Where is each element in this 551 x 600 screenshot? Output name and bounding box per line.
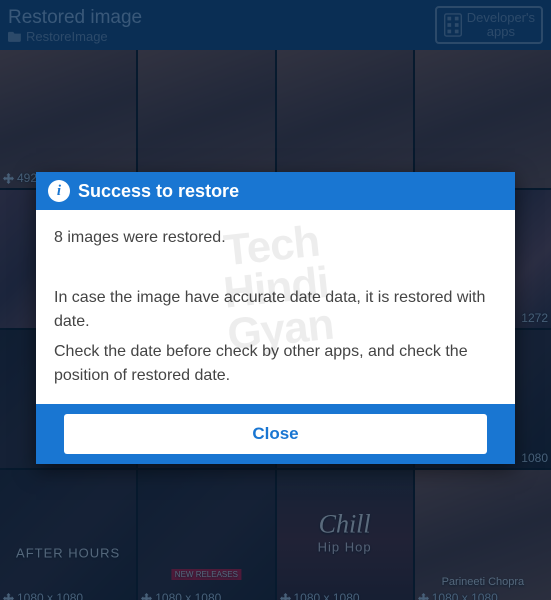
grid-thumb[interactable]: 492 x 1036 [0,50,136,188]
grid-thumb[interactable]: 604 x 1272 [138,50,274,188]
move-icon [141,593,152,600]
dialog-message-1: 8 images were restored. [54,226,497,250]
folder-name: RestoreImage [26,29,108,44]
folder-icon [8,30,22,42]
thumb-label: Chill Hip Hop [318,510,372,555]
grid-thumb[interactable] [415,50,551,188]
breadcrumb[interactable]: RestoreImage [8,29,142,44]
dimension-badge: 1080 x 1080 [418,591,498,600]
grid-thumb[interactable]: Chill Hip Hop 1080 x 1080 [277,470,413,600]
dimension-text: 1272 [521,311,548,325]
apps-grid-icon [443,13,463,37]
dimension-text: 1080 x 1080 [294,591,360,600]
developers-apps-label: Developer's apps [467,11,535,40]
grid-thumb[interactable] [277,50,413,188]
thumb-label: AFTER HOURS [16,545,120,560]
header-left: Restored image RestoreImage [8,7,142,44]
dimension-badge: 1272 [521,311,548,325]
dialog-message-3: Check the date before check by other app… [54,340,497,388]
thumb-label-main: Chill [318,510,372,540]
dialog-message-2: In case the image have accurate date dat… [54,286,497,334]
move-icon [3,593,14,600]
app-header: Restored image RestoreImage Developer's … [0,0,551,50]
thumb-label: NEW RELEASES [172,569,241,580]
developers-apps-button[interactable]: Developer's apps [435,6,543,45]
close-button[interactable]: Close [64,414,486,454]
grid-thumb[interactable]: NEW RELEASES 1080 x 1080 [138,470,274,600]
move-icon [3,173,14,184]
dimension-badge: 1080 x 1080 [141,591,221,600]
dialog-footer: Close [36,404,515,464]
dialog-body: Tech Hindi Gyan 8 images were restored. … [36,210,515,404]
page-title: Restored image [8,7,142,29]
dimension-badge: 1080 x 1080 [280,591,360,600]
dimension-text: 1080 x 1080 [17,591,83,600]
dimension-text: 1080 [521,451,548,465]
dimension-text: 1080 x 1080 [155,591,221,600]
move-icon [280,593,291,600]
dialog-title: Success to restore [78,181,239,202]
grid-thumb[interactable]: Parineeti Chopra 1080 x 1080 [415,470,551,600]
dimension-text: 1080 x 1080 [432,591,498,600]
info-icon: i [48,180,70,202]
restore-success-dialog: i Success to restore Tech Hindi Gyan 8 i… [36,172,515,464]
thumb-label: Parineeti Chopra [442,576,525,588]
move-icon [418,593,429,600]
dimension-badge: 1080 x 1080 [3,591,83,600]
thumb-label-sub: Hip Hop [318,540,372,555]
grid-thumb[interactable]: AFTER HOURS 1080 x 1080 [0,470,136,600]
dimension-badge: 1080 [521,451,548,465]
dialog-header: i Success to restore [36,172,515,210]
